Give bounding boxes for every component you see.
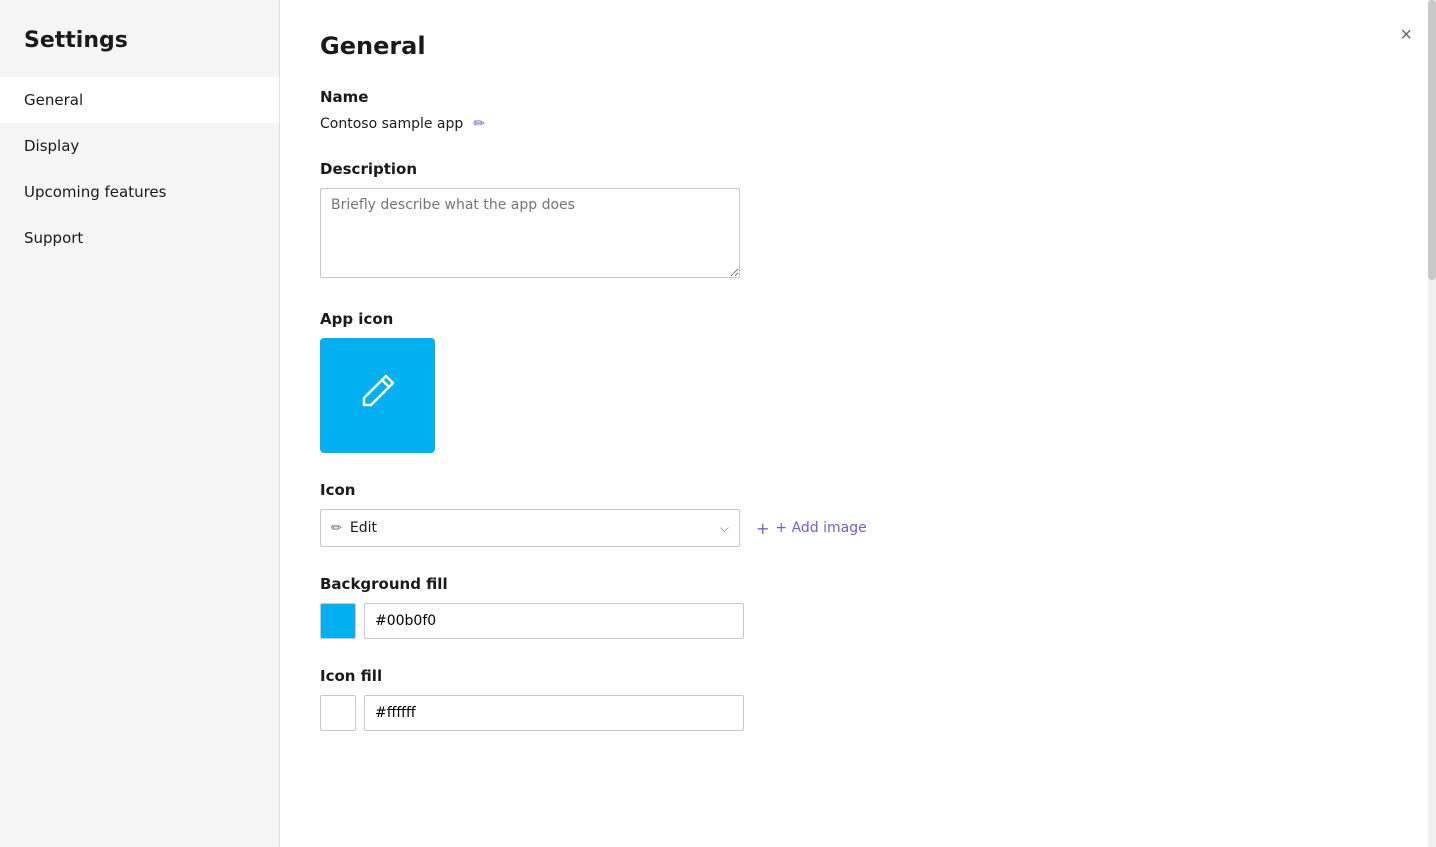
icon-dropdown[interactable]: ✏ Edit ⌵ (320, 509, 740, 547)
icon-fill-label: Icon fill (320, 667, 1396, 685)
name-row: Contoso sample app ✏ (320, 116, 1396, 132)
background-color-swatch[interactable] (320, 603, 356, 639)
description-label: Description (320, 160, 1396, 178)
app-icon-box[interactable] (320, 338, 435, 453)
background-fill-label: Background fill (320, 575, 1396, 593)
icon-row: ✏ Edit ⌵ + + Add image (320, 509, 1396, 547)
background-color-input[interactable] (364, 603, 744, 639)
add-image-label: + Add image (775, 520, 866, 536)
app-icon-pencil-icon (355, 368, 401, 423)
name-section: Name Contoso sample app ✏ (320, 88, 1396, 132)
sidebar-title: Settings (0, 0, 279, 77)
icon-select-pencil-icon: ✏ (331, 521, 342, 536)
background-fill-row (320, 603, 1396, 639)
main-content: General × Name Contoso sample app ✏ Desc… (280, 0, 1436, 847)
app-icon-section: App icon (320, 310, 1396, 453)
background-fill-section: Background fill (320, 575, 1396, 639)
sidebar-item-general[interactable]: General (0, 77, 279, 123)
sidebar: Settings General Display Upcoming featur… (0, 0, 280, 847)
icon-color-swatch[interactable] (320, 695, 356, 731)
close-button[interactable]: × (1396, 20, 1416, 51)
icon-section: Icon ✏ Edit ⌵ + + Add image (320, 481, 1396, 547)
name-label: Name (320, 88, 1396, 106)
icon-label: Icon (320, 481, 1396, 499)
page-title: General (320, 32, 426, 60)
description-section: Description (320, 160, 1396, 282)
sidebar-nav: General Display Upcoming features Suppor… (0, 77, 279, 261)
icon-color-input[interactable] (364, 695, 744, 731)
scrollbar-thumb[interactable] (1428, 0, 1436, 280)
plus-icon: + (756, 519, 769, 538)
sidebar-item-display[interactable]: Display (0, 123, 279, 169)
main-header: General (320, 32, 1396, 60)
scrollbar-track (1428, 0, 1436, 847)
name-edit-icon[interactable]: ✏ (473, 116, 485, 132)
icon-select-value: Edit (350, 520, 377, 536)
icon-fill-section: Icon fill (320, 667, 1396, 731)
app-icon-label: App icon (320, 310, 1396, 328)
sidebar-item-support[interactable]: Support (0, 215, 279, 261)
description-textarea[interactable] (320, 188, 740, 278)
add-image-button[interactable]: + + Add image (756, 519, 867, 538)
icon-fill-row (320, 695, 1396, 731)
chevron-down-icon: ⌵ (720, 521, 729, 536)
app-name-value: Contoso sample app (320, 116, 463, 132)
sidebar-item-upcoming-features[interactable]: Upcoming features (0, 169, 279, 215)
